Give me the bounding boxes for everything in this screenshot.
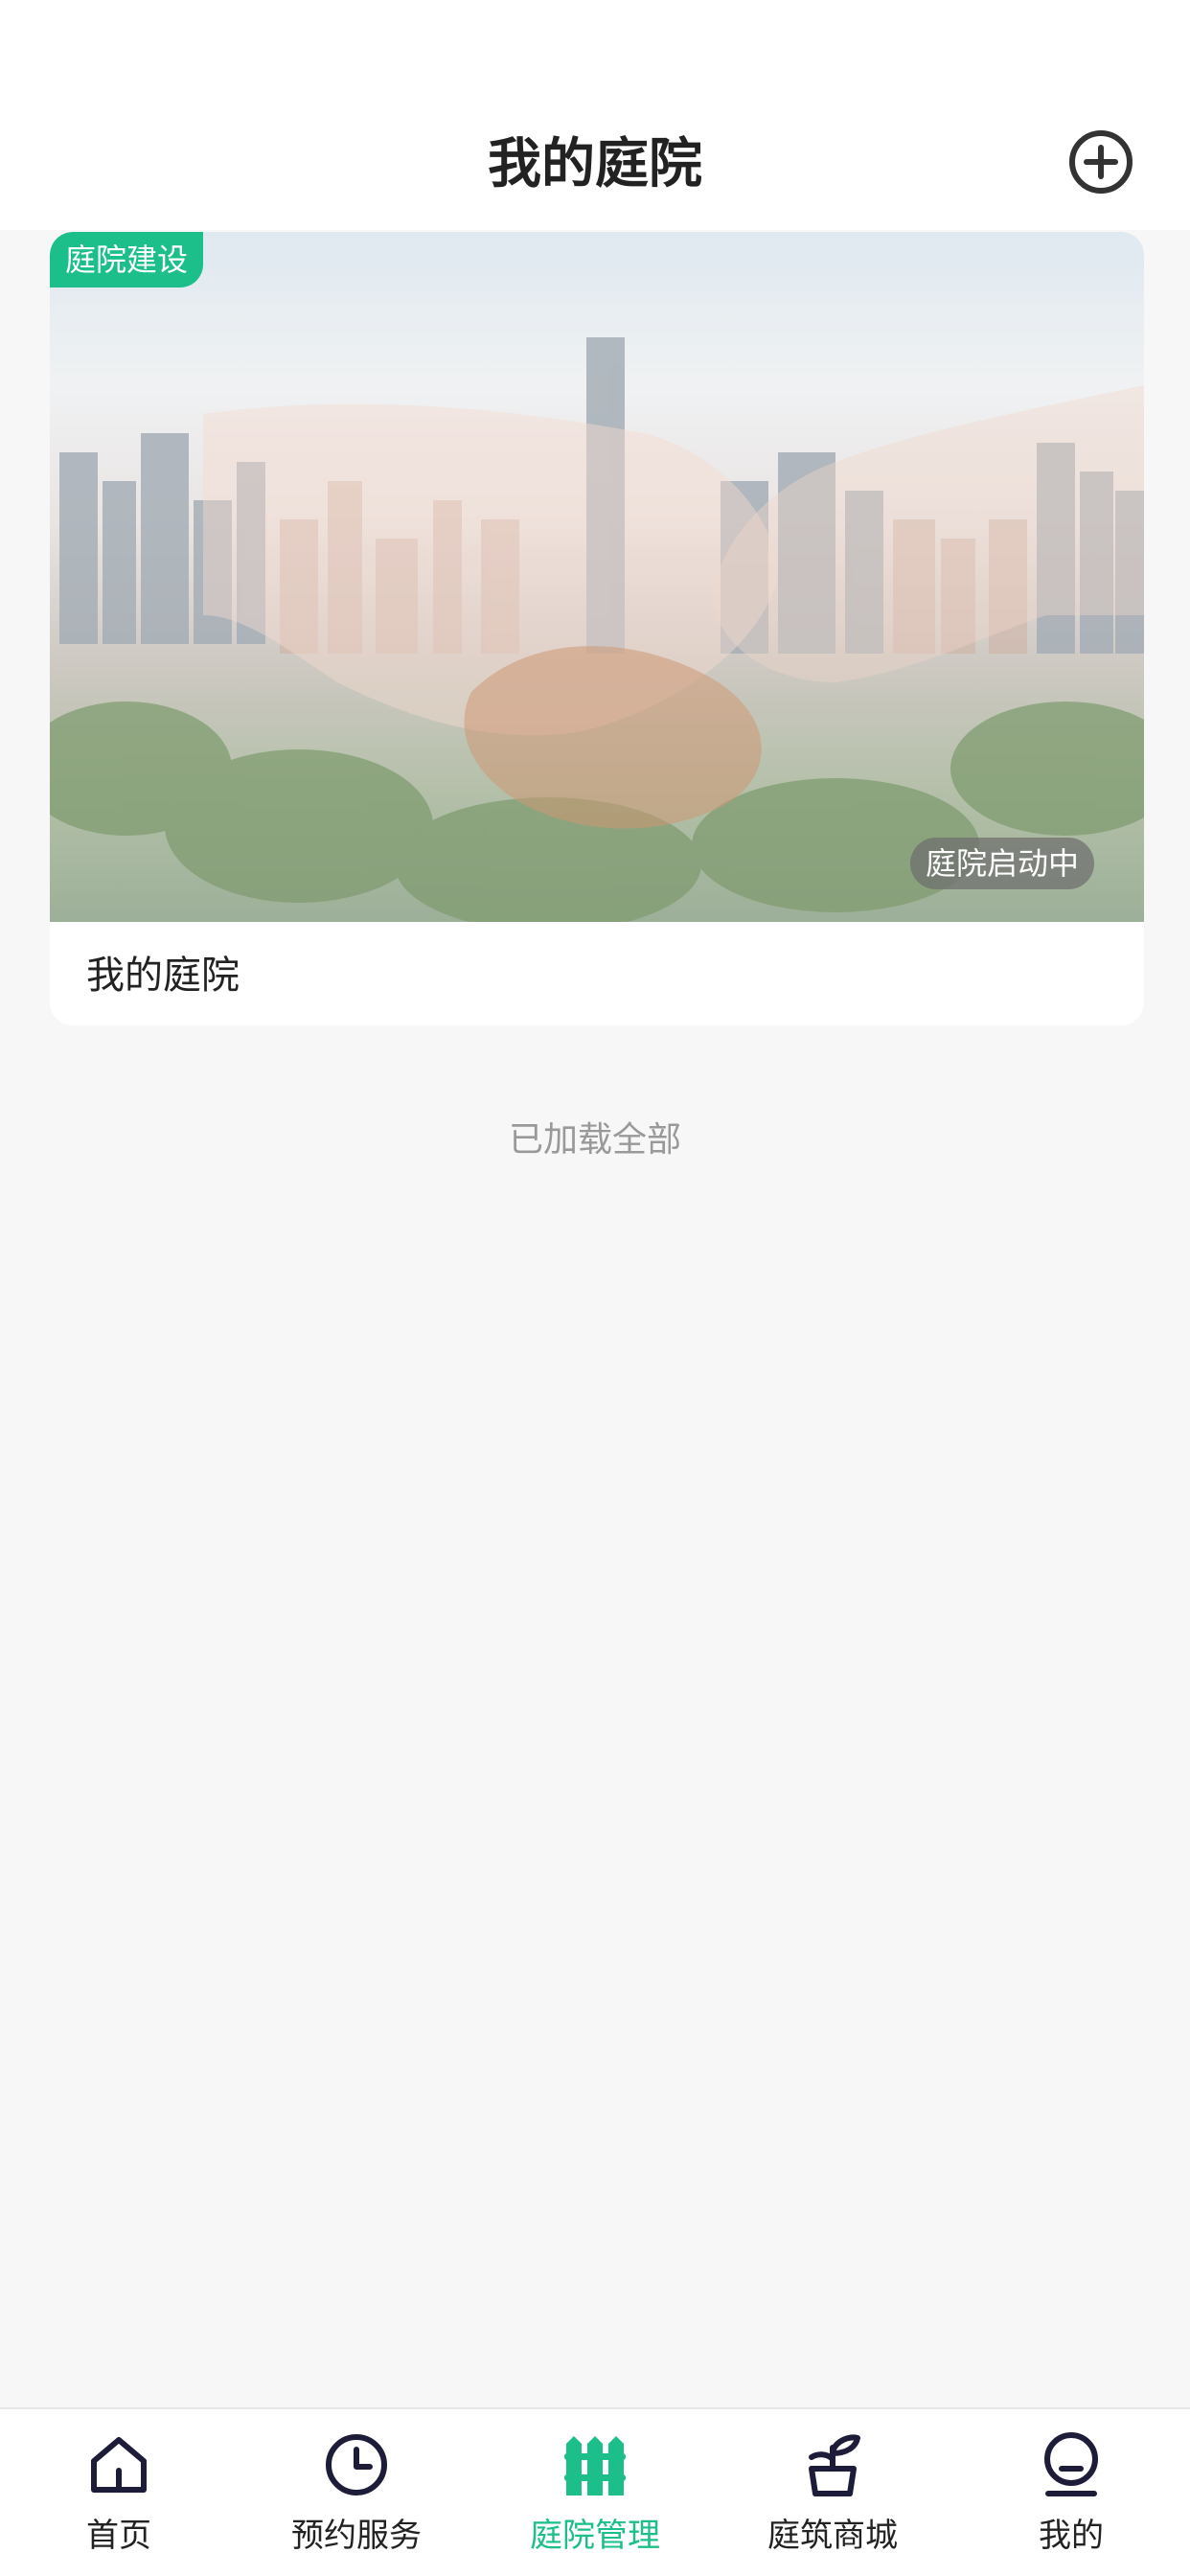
tab-label: 预约服务 (291, 2517, 422, 2555)
tab-label: 首页 (86, 2517, 151, 2555)
list-footer-text: 已加载全部 (508, 1120, 681, 1160)
page: 我的庭院 庭院建设 庭院启动中 我的庭院 已加载全部 首页 预约服务 庭院管理 … (0, 0, 1190, 2576)
bottom-tab-bar: 首页 预约服务 庭院管理 庭筑商城 我的 (0, 2407, 1190, 2576)
card-title: 我的庭院 (86, 954, 240, 998)
status-badge: 庭院启动中 (909, 838, 1094, 889)
tab-home[interactable]: 首页 (0, 2409, 238, 2576)
tab-label: 庭院管理 (530, 2517, 660, 2555)
courtyard-card[interactable]: 庭院建设 庭院启动中 我的庭院 (50, 232, 1144, 1025)
fence-icon (564, 2436, 626, 2496)
city-handshake-image: 庭院建设 庭院启动中 (50, 232, 1144, 922)
tab-booking[interactable]: 预约服务 (238, 2409, 475, 2576)
home-icon (91, 2437, 147, 2493)
tab-courtyard-management[interactable]: 庭院管理 (476, 2409, 714, 2576)
tab-label: 我的 (1039, 2517, 1104, 2555)
category-tag: 庭院建设 (50, 232, 204, 288)
plant-pot-icon (809, 2434, 860, 2496)
add-courtyard-button[interactable] (1067, 128, 1134, 196)
tab-mall[interactable]: 庭筑商城 (714, 2409, 951, 2576)
plus-circle-icon (1069, 130, 1133, 194)
header: 我的庭院 (0, 0, 1190, 230)
user-icon (1044, 2432, 1098, 2496)
page-title: 我的庭院 (488, 133, 702, 196)
tab-mine[interactable]: 我的 (952, 2409, 1190, 2576)
tab-label: 庭筑商城 (767, 2517, 898, 2555)
clock-icon (326, 2434, 387, 2496)
